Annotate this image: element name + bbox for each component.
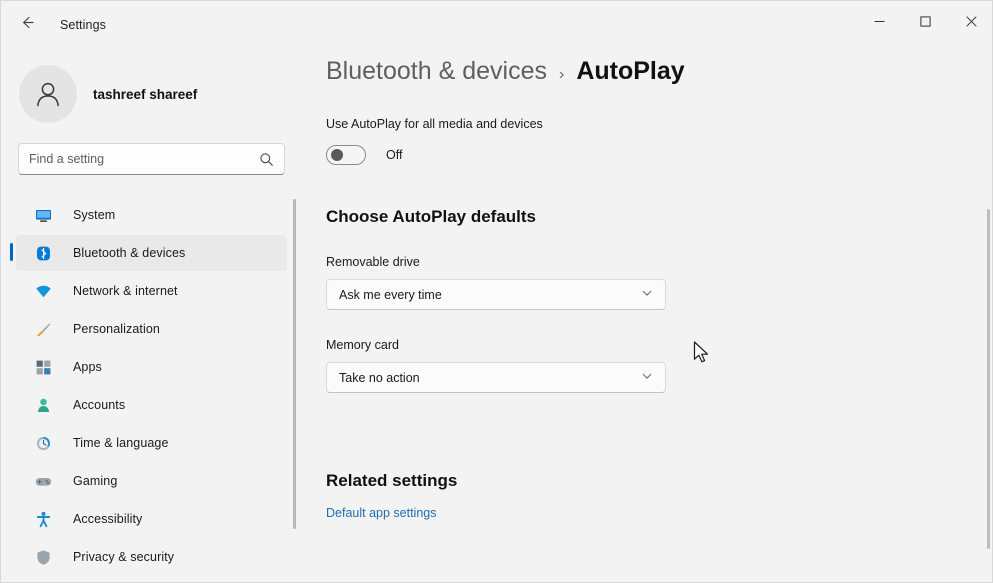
person-avatar-icon xyxy=(37,82,59,107)
sidebar-item-label: Personalization xyxy=(73,322,160,336)
close-icon xyxy=(965,15,977,27)
minimize-button[interactable] xyxy=(856,1,902,41)
sidebar-item-bluetooth-devices[interactable]: Bluetooth & devices xyxy=(10,235,287,271)
defaults-section-title: Choose AutoPlay defaults xyxy=(326,207,537,226)
master-toggle-label: Use AutoPlay for all media and devices xyxy=(326,117,543,131)
back-arrow-icon xyxy=(19,14,36,36)
sidebar-item-accessibility[interactable]: Accessibility xyxy=(16,501,287,537)
avatar xyxy=(19,65,77,123)
search-input[interactable] xyxy=(29,144,259,174)
dropdown-value: Ask me every time xyxy=(339,287,442,302)
back-button[interactable] xyxy=(9,7,45,43)
monitor-icon xyxy=(34,206,52,224)
account-person-icon xyxy=(34,396,52,414)
maximize-icon xyxy=(919,15,931,27)
paintbrush-icon xyxy=(34,320,52,338)
removable-drive-dropdown[interactable]: Ask me every time xyxy=(326,279,666,310)
default-app-settings-link[interactable]: Default app settings xyxy=(326,506,437,520)
settings-window: Settings tashreef shareef Find a setting… xyxy=(0,0,993,583)
profile-name: tashreef shareef xyxy=(93,86,198,102)
sidebar-item-label: Gaming xyxy=(73,474,118,488)
content-scrollbar-thumb[interactable] xyxy=(987,209,990,549)
memory-card-label: Memory card xyxy=(326,338,399,352)
sidebar-nav: System Bluetooth & devices Network & int… xyxy=(1,197,301,575)
sidebar-item-label: Accounts xyxy=(73,398,126,412)
sidebar-item-accounts[interactable]: Accounts xyxy=(16,387,287,423)
breadcrumb-parent-link[interactable]: Bluetooth & devices xyxy=(326,57,547,86)
memory-card-dropdown[interactable]: Take no action xyxy=(326,362,666,393)
sidebar-item-label: Apps xyxy=(73,360,102,374)
toggle-knob xyxy=(331,149,343,161)
master-toggle-row: Off xyxy=(326,145,992,165)
sidebar-item-label: System xyxy=(73,208,116,222)
dropdown-value: Take no action xyxy=(339,370,420,385)
sidebar-item-label: Bluetooth & devices xyxy=(73,246,186,260)
profile-section[interactable]: tashreef shareef xyxy=(1,49,301,127)
accessibility-icon xyxy=(34,510,52,528)
clock-icon xyxy=(34,434,52,452)
page-title: AutoPlay xyxy=(576,57,685,85)
chevron-down-icon xyxy=(641,286,653,304)
chevron-down-icon xyxy=(641,369,653,387)
search-icon xyxy=(259,152,274,167)
sidebar-item-gaming[interactable]: Gaming xyxy=(16,463,287,499)
sidebar-item-label: Privacy & security xyxy=(73,550,175,564)
related-settings-title: Related settings xyxy=(326,471,458,490)
sidebar: tashreef shareef Find a setting System B… xyxy=(1,49,301,582)
toggle-state-label: Off xyxy=(386,148,403,162)
breadcrumb: Bluetooth & devices › AutoPlay xyxy=(326,57,992,86)
shield-lock-icon xyxy=(34,548,52,566)
maximize-button[interactable] xyxy=(902,1,948,41)
sidebar-item-label: Accessibility xyxy=(73,512,143,526)
sidebar-item-label: Network & internet xyxy=(73,284,178,298)
sidebar-item-system[interactable]: System xyxy=(16,197,287,233)
wifi-icon xyxy=(34,282,52,300)
sidebar-item-apps[interactable]: Apps xyxy=(16,349,287,385)
sidebar-item-network-internet[interactable]: Network & internet xyxy=(16,273,287,309)
apps-grid-icon xyxy=(34,358,52,376)
gamepad-icon xyxy=(34,472,52,490)
close-button[interactable] xyxy=(948,1,992,41)
search-box[interactable] xyxy=(18,143,285,175)
removable-drive-label: Removable drive xyxy=(326,255,420,269)
window-controls xyxy=(856,1,992,49)
sidebar-scrollbar-thumb[interactable] xyxy=(293,199,296,529)
title-bar: Settings xyxy=(1,1,992,49)
bluetooth-icon xyxy=(34,244,52,262)
sidebar-item-label: Time & language xyxy=(73,436,169,450)
breadcrumb-separator-icon: › xyxy=(558,66,565,83)
search-wrapper xyxy=(18,143,285,175)
sidebar-item-personalization[interactable]: Personalization xyxy=(16,311,287,347)
sidebar-item-time-language[interactable]: Time & language xyxy=(16,425,287,461)
minimize-icon xyxy=(874,20,884,22)
sidebar-item-privacy-security[interactable]: Privacy & security xyxy=(16,539,287,575)
main-content: Bluetooth & devices › AutoPlay Use AutoP… xyxy=(301,49,992,582)
app-title: Settings xyxy=(60,18,106,32)
autoplay-master-toggle[interactable] xyxy=(326,145,366,165)
